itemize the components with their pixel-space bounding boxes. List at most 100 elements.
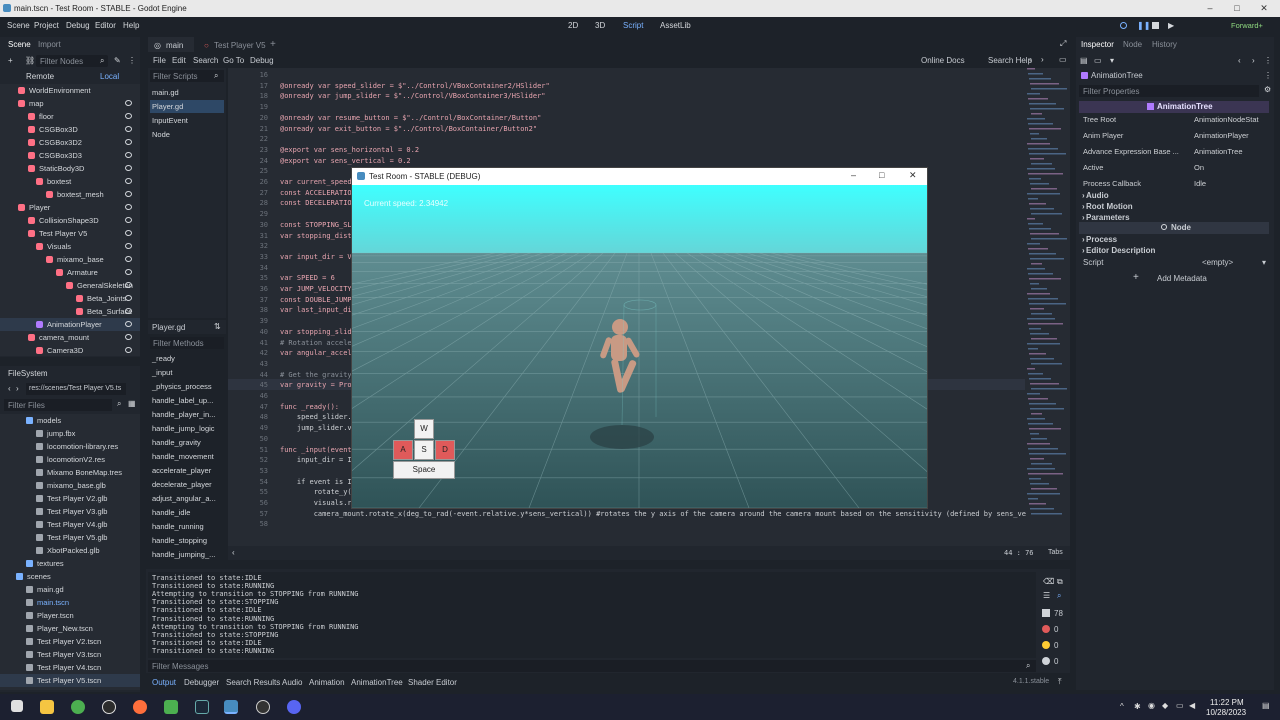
file-item[interactable]: Test Player V4.tscn <box>0 661 140 674</box>
play-icon[interactable]: ❚❚ <box>1137 21 1150 30</box>
clock-date[interactable]: 10/28/2023 <box>1206 708 1246 717</box>
sort-icon[interactable]: ⇅ <box>214 322 221 331</box>
file-item[interactable]: mixamo_base.glb <box>0 479 140 492</box>
renderer-select[interactable]: Forward+ <box>1231 21 1263 30</box>
steam-tray-icon[interactable]: ◉ <box>1148 701 1155 710</box>
visibility-icon[interactable] <box>125 217 132 223</box>
filter-messages-input[interactable]: Filter Messages ⌕ <box>148 660 1036 672</box>
scene-node-staticbody3d[interactable]: StaticBody3D <box>0 162 140 175</box>
visibility-icon[interactable] <box>125 126 132 132</box>
more-icon[interactable]: ⋮ <box>128 56 136 65</box>
folder-scenes[interactable]: scenes <box>0 570 140 583</box>
file-item[interactable]: Test Player V3.tscn <box>0 648 140 661</box>
godot-taskbar-icon[interactable] <box>224 700 238 714</box>
steam-icon[interactable] <box>195 700 209 714</box>
visibility-icon[interactable] <box>125 230 132 236</box>
float-window-icon[interactable]: ▭ <box>1059 55 1067 64</box>
menu-scene[interactable]: Scene <box>7 21 30 30</box>
clock-time[interactable]: 11:22 PM <box>1210 698 1244 707</box>
tab-audio[interactable]: Audio <box>282 678 302 687</box>
tab-import[interactable]: Import <box>38 40 61 49</box>
scene-node-beta-joints[interactable]: Beta_Joints <box>0 292 140 305</box>
inspector-prop-tree-root[interactable]: Tree Root AnimationNodeStat <box>1080 113 1272 126</box>
visibility-icon[interactable] <box>125 139 132 145</box>
script-icon[interactable]: ✎ <box>114 56 121 65</box>
output-log[interactable] <box>148 572 1036 658</box>
method-item[interactable]: handle_jump_logic <box>150 422 224 435</box>
visibility-icon[interactable] <box>125 243 132 249</box>
scene-node-csgbox3d[interactable]: CSGBox3D <box>0 123 140 136</box>
scene-node-camera3d[interactable]: Camera3D <box>0 344 140 357</box>
file-item[interactable]: Test Player V2.glb <box>0 492 140 505</box>
scene-node-beta-surface[interactable]: Beta_Surface <box>0 305 140 318</box>
network-icon[interactable]: ▭ <box>1176 701 1184 710</box>
method-item[interactable]: _ready <box>150 352 224 365</box>
forward-icon[interactable]: › <box>16 384 19 393</box>
method-item[interactable]: handle_stopping <box>150 534 224 547</box>
file-item[interactable]: Player_New.tscn <box>0 622 140 635</box>
visibility-icon[interactable] <box>125 204 132 210</box>
file-item[interactable]: main.tscn <box>0 596 140 609</box>
start-menu-icon[interactable] <box>11 700 23 712</box>
visibility-icon[interactable] <box>125 165 132 171</box>
scene-node-test-player-v5[interactable]: Test Player V5 <box>0 227 140 240</box>
visibility-icon[interactable] <box>125 269 132 275</box>
file-item[interactable]: Test Player V2.tscn <box>0 635 140 648</box>
online-docs-button[interactable]: Online Docs <box>921 56 965 65</box>
folder-models[interactable]: models <box>0 414 140 427</box>
visibility-icon[interactable] <box>125 295 132 301</box>
file-item[interactable]: main.gd <box>0 583 140 596</box>
visibility-icon[interactable] <box>125 282 132 288</box>
file-item[interactable]: Mixamo BoneMap.tres <box>0 466 140 479</box>
remote-toggle[interactable]: Remote <box>26 72 54 81</box>
method-item[interactable]: handle_idle <box>150 506 224 519</box>
filter-icon[interactable]: ☰ <box>1043 591 1050 600</box>
reload-icon[interactable] <box>1120 22 1127 29</box>
history-back-icon[interactable]: ‹ <box>1238 56 1241 65</box>
tab-scene[interactable]: Scene <box>8 40 31 49</box>
editor-info-icon[interactable] <box>1042 657 1050 665</box>
method-item[interactable]: handle_running <box>150 520 224 533</box>
inspector-prop-active[interactable]: Active On <box>1080 161 1272 174</box>
scene-node-animationplayer[interactable]: AnimationPlayer <box>0 318 140 331</box>
scene-node-worldenvironment[interactable]: WorldEnvironment <box>0 84 140 97</box>
prev-script-icon[interactable]: ‹ <box>1029 55 1032 64</box>
filter-methods-input[interactable]: Filter Methods <box>150 337 224 349</box>
group-editor-description[interactable]: › Editor Description <box>1080 244 1270 256</box>
tab-debugger[interactable]: Debugger <box>184 678 219 687</box>
script-menu-debug[interactable]: Debug <box>250 56 274 65</box>
expand-panel-icon[interactable]: ⤒ <box>1058 677 1062 687</box>
menu-help[interactable]: Help <box>123 21 139 30</box>
close-icon[interactable]: ✕ <box>909 170 917 181</box>
script-menu-file[interactable]: File <box>153 56 166 65</box>
scene-node-visuals[interactable]: Visuals <box>0 240 140 253</box>
filter-properties-input[interactable]: Filter Properties <box>1079 85 1259 97</box>
script-menu-edit[interactable]: Edit <box>172 56 186 65</box>
tab-main[interactable]: ◎ main <box>148 37 194 52</box>
back-icon[interactable]: ‹ <box>8 384 11 393</box>
file-explorer-icon[interactable] <box>40 700 54 714</box>
scene-node-boxtest[interactable]: boxtest <box>0 175 140 188</box>
menu-debug[interactable]: Debug <box>66 21 90 30</box>
add-metadata-button[interactable]: + Add Metadata <box>1125 271 1225 285</box>
copy-icon[interactable]: ⧉ <box>1057 577 1063 587</box>
close-icon[interactable]: ✕ <box>1259 3 1269 13</box>
method-item[interactable]: decelerate_player <box>150 478 224 491</box>
file-item[interactable]: locomotionV2.res <box>0 453 140 466</box>
tab-history[interactable]: History <box>1152 40 1177 49</box>
visibility-icon[interactable] <box>125 152 132 158</box>
visibility-icon[interactable] <box>125 347 132 353</box>
tab-search-results[interactable]: Search Results <box>226 678 280 687</box>
warning-icon[interactable] <box>1042 641 1050 649</box>
messages-icon[interactable] <box>1042 609 1050 617</box>
discord-icon[interactable] <box>287 700 301 714</box>
maximize-icon[interactable]: □ <box>879 170 884 180</box>
scene-node-floor[interactable]: floor <box>0 110 140 123</box>
obs-icon[interactable] <box>256 700 270 714</box>
tab-shader-editor[interactable]: Shader Editor <box>408 678 457 687</box>
visibility-icon[interactable] <box>125 321 132 327</box>
file-item[interactable]: jump.fbx <box>0 427 140 440</box>
clear-output-icon[interactable]: ⌫ <box>1043 577 1054 586</box>
code-minimap[interactable] <box>1025 68 1071 538</box>
file-item[interactable]: locomotion-library.res <box>0 440 140 453</box>
